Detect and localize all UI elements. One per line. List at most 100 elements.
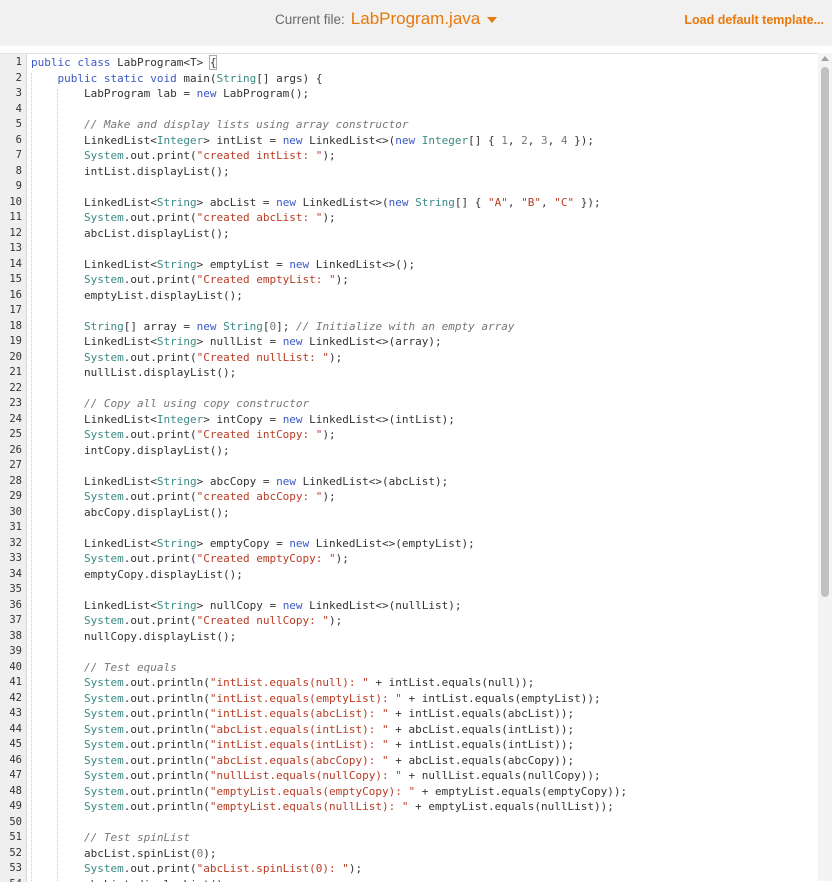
code-text[interactable]: System.out.print("created intList: "); <box>31 148 336 164</box>
code-line[interactable]: 7 System.out.print("created intList: "); <box>0 148 818 164</box>
code-text[interactable]: // Copy all using copy constructor <box>31 396 309 412</box>
code-text[interactable]: String[] array = new String[0]; // Initi… <box>31 319 515 335</box>
code-line[interactable]: 23 // Copy all using copy constructor <box>0 396 818 412</box>
vertical-scrollbar[interactable] <box>818 53 832 881</box>
code-text[interactable]: System.out.println("abcList.equals(intLi… <box>31 722 574 738</box>
code-line[interactable]: 21 nullList.displayList(); <box>0 365 818 381</box>
code-line[interactable]: 16 emptyList.displayList(); <box>0 288 818 304</box>
code-line[interactable]: 8 intList.displayList(); <box>0 164 818 180</box>
code-text[interactable]: LinkedList<String> abcCopy = new LinkedL… <box>31 474 448 490</box>
code-line[interactable]: 50 <box>0 815 818 831</box>
code-line[interactable]: 17 <box>0 303 818 319</box>
code-line[interactable]: 36 LinkedList<String> nullCopy = new Lin… <box>0 598 818 614</box>
code-text[interactable]: System.out.println("emptyList.equals(emp… <box>31 784 627 800</box>
code-text[interactable]: LinkedList<String> abcList = new LinkedL… <box>31 195 601 211</box>
code-line[interactable]: 51 // Test spinList <box>0 830 818 846</box>
code-line[interactable]: 27 <box>0 458 818 474</box>
code-line[interactable]: 3 LabProgram lab = new LabProgram(); <box>0 86 818 102</box>
code-line[interactable]: 11 System.out.print("created abcList: ")… <box>0 210 818 226</box>
code-text[interactable]: public class LabProgram<T> { <box>31 55 216 71</box>
code-line[interactable]: 34 emptyCopy.displayList(); <box>0 567 818 583</box>
code-line[interactable]: 54 abcList.displayList(); <box>0 877 818 882</box>
code-line[interactable]: 52 abcList.spinList(0); <box>0 846 818 862</box>
code-text[interactable]: emptyCopy.displayList(); <box>31 567 243 583</box>
code-text[interactable]: // Test spinList <box>31 830 190 846</box>
scrollbar-thumb[interactable] <box>821 67 829 597</box>
code-text[interactable]: abcList.spinList(0); <box>31 846 216 862</box>
code-text[interactable]: System.out.print("created abcList: "); <box>31 210 336 226</box>
code-text[interactable]: System.out.println("intList.equals(intLi… <box>31 737 574 753</box>
code-line[interactable]: 47 System.out.println("nullList.equals(n… <box>0 768 818 784</box>
code-editor[interactable]: 1public class LabProgram<T> {2 public st… <box>0 53 818 882</box>
code-line[interactable]: 18 String[] array = new String[0]; // In… <box>0 319 818 335</box>
code-line[interactable]: 9 <box>0 179 818 195</box>
code-line[interactable]: 30 abcCopy.displayList(); <box>0 505 818 521</box>
code-line[interactable]: 37 System.out.print("Created nullCopy: "… <box>0 613 818 629</box>
code-line[interactable]: 49 System.out.println("emptyList.equals(… <box>0 799 818 815</box>
code-line[interactable]: 6 LinkedList<Integer> intList = new Link… <box>0 133 818 149</box>
code-text[interactable]: abcList.displayList(); <box>31 226 230 242</box>
code-text[interactable]: nullCopy.displayList(); <box>31 629 236 645</box>
code-line[interactable]: 22 <box>0 381 818 397</box>
code-text[interactable]: LinkedList<Integer> intList = new Linked… <box>31 133 594 149</box>
load-default-template-button[interactable]: Load default template... <box>684 13 824 27</box>
code-line[interactable]: 24 LinkedList<Integer> intCopy = new Lin… <box>0 412 818 428</box>
code-line[interactable]: 4 <box>0 102 818 118</box>
code-text[interactable]: LinkedList<Integer> intCopy = new Linked… <box>31 412 455 428</box>
code-line[interactable]: 46 System.out.println("abcList.equals(ab… <box>0 753 818 769</box>
code-text[interactable]: System.out.print("abcList.spinList(0): "… <box>31 861 362 877</box>
code-text[interactable]: System.out.println("emptyList.equals(nul… <box>31 799 614 815</box>
code-text[interactable]: LabProgram lab = new LabProgram(); <box>31 86 309 102</box>
code-line[interactable]: 25 System.out.print("Created intCopy: ")… <box>0 427 818 443</box>
code-text[interactable]: nullList.displayList(); <box>31 365 236 381</box>
code-line[interactable]: 53 System.out.print("abcList.spinList(0)… <box>0 861 818 877</box>
code-text[interactable]: public static void main(String[] args) { <box>31 71 322 87</box>
code-line[interactable]: 38 nullCopy.displayList(); <box>0 629 818 645</box>
code-text[interactable]: System.out.print("Created nullCopy: "); <box>31 613 342 629</box>
code-line[interactable]: 2 public static void main(String[] args)… <box>0 71 818 87</box>
code-line[interactable]: 35 <box>0 582 818 598</box>
code-text[interactable]: LinkedList<String> emptyList = new Linke… <box>31 257 415 273</box>
code-text[interactable]: LinkedList<String> nullCopy = new Linked… <box>31 598 462 614</box>
chevron-down-icon[interactable] <box>487 17 497 23</box>
code-text[interactable]: LinkedList<String> nullList = new Linked… <box>31 334 442 350</box>
code-text[interactable]: abcList.displayList(); <box>31 877 230 882</box>
code-line[interactable]: 14 LinkedList<String> emptyList = new Li… <box>0 257 818 273</box>
current-file-selector[interactable]: Current file: LabProgram.java <box>275 8 497 30</box>
code-line[interactable]: 43 System.out.println("intList.equals(ab… <box>0 706 818 722</box>
code-text[interactable]: emptyList.displayList(); <box>31 288 243 304</box>
code-line[interactable]: 31 <box>0 520 818 536</box>
code-line[interactable]: 15 System.out.print("Created emptyList: … <box>0 272 818 288</box>
code-text[interactable]: System.out.print("Created nullList: "); <box>31 350 342 366</box>
code-line[interactable]: 42 System.out.println("intList.equals(em… <box>0 691 818 707</box>
code-line[interactable]: 13 <box>0 241 818 257</box>
code-line[interactable]: 10 LinkedList<String> abcList = new Link… <box>0 195 818 211</box>
code-line[interactable]: 40 // Test equals <box>0 660 818 676</box>
code-text[interactable]: abcCopy.displayList(); <box>31 505 230 521</box>
code-line[interactable]: 32 LinkedList<String> emptyCopy = new Li… <box>0 536 818 552</box>
code-line[interactable]: 19 LinkedList<String> nullList = new Lin… <box>0 334 818 350</box>
code-text[interactable]: intCopy.displayList(); <box>31 443 230 459</box>
code-line[interactable]: 28 LinkedList<String> abcCopy = new Link… <box>0 474 818 490</box>
code-text[interactable]: // Test equals <box>31 660 177 676</box>
code-text[interactable]: System.out.print("created abcCopy: "); <box>31 489 336 505</box>
code-text[interactable]: System.out.println("abcList.equals(abcCo… <box>31 753 574 769</box>
code-text[interactable]: System.out.print("Created intCopy: "); <box>31 427 336 443</box>
code-line[interactable]: 5 // Make and display lists using array … <box>0 117 818 133</box>
code-text[interactable]: System.out.print("Created emptyList: "); <box>31 272 349 288</box>
code-text[interactable]: System.out.println("nullList.equals(null… <box>31 768 601 784</box>
code-text[interactable]: System.out.println("intList.equals(empty… <box>31 691 601 707</box>
code-line[interactable]: 44 System.out.println("abcList.equals(in… <box>0 722 818 738</box>
code-line[interactable]: 1public class LabProgram<T> { <box>0 55 818 71</box>
code-text[interactable]: System.out.print("Created emptyCopy: "); <box>31 551 349 567</box>
code-line[interactable]: 12 abcList.displayList(); <box>0 226 818 242</box>
code-text[interactable]: System.out.println("intList.equals(abcLi… <box>31 706 574 722</box>
code-line[interactable]: 39 <box>0 644 818 660</box>
code-text[interactable]: LinkedList<String> emptyCopy = new Linke… <box>31 536 475 552</box>
code-line[interactable]: 33 System.out.print("Created emptyCopy: … <box>0 551 818 567</box>
code-line[interactable]: 20 System.out.print("Created nullList: "… <box>0 350 818 366</box>
code-line[interactable]: 29 System.out.print("created abcCopy: ")… <box>0 489 818 505</box>
code-line[interactable]: 45 System.out.println("intList.equals(in… <box>0 737 818 753</box>
code-line[interactable]: 41 System.out.println("intList.equals(nu… <box>0 675 818 691</box>
code-line[interactable]: 26 intCopy.displayList(); <box>0 443 818 459</box>
